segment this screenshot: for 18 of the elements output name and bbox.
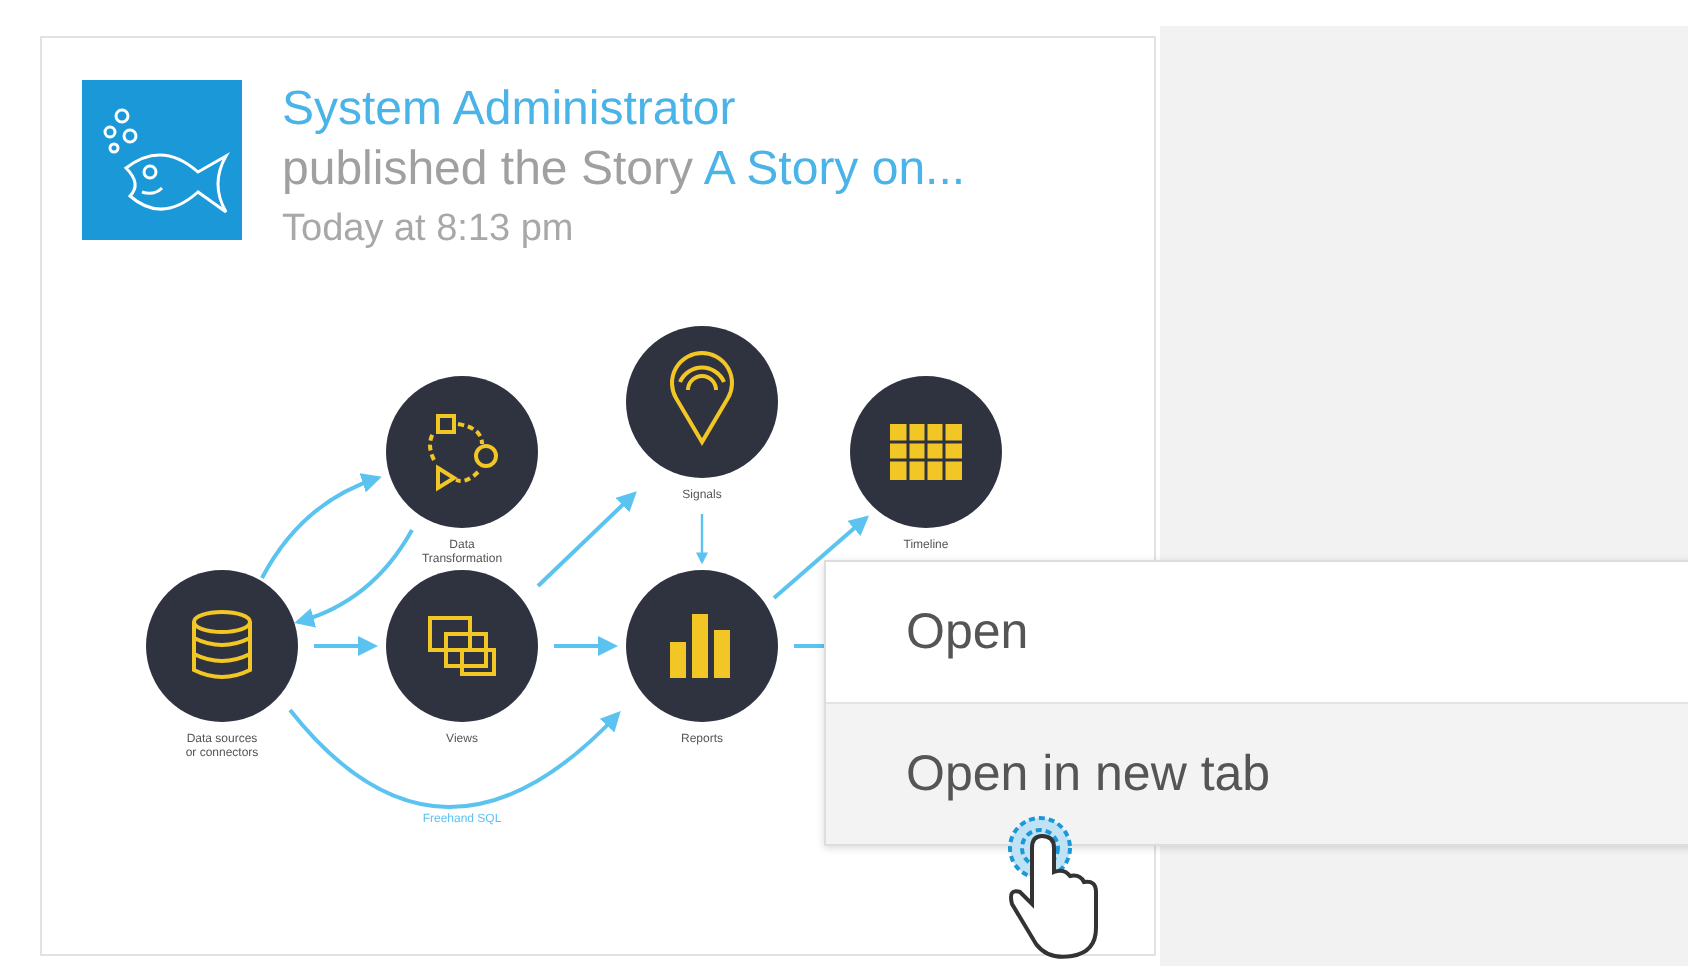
flow-arrow bbox=[696, 514, 708, 565]
flow-arrow bbox=[536, 491, 637, 588]
flow-arrow bbox=[554, 636, 618, 656]
flow-arrow bbox=[772, 515, 869, 600]
bar-chart-icon bbox=[670, 614, 730, 678]
menu-item[interactable]: Open bbox=[826, 562, 1688, 702]
map-pin-icon bbox=[670, 351, 734, 444]
post-time: Today at 8:13 pm bbox=[282, 206, 576, 254]
windows-icon bbox=[428, 616, 496, 676]
flow-arrow bbox=[260, 473, 382, 579]
grid-icon bbox=[888, 422, 964, 482]
flow-line bbox=[794, 644, 826, 648]
flow-arrow bbox=[294, 528, 414, 627]
post-action-text: published the Story A Story on... bbox=[282, 140, 966, 200]
cycle-icon bbox=[428, 414, 498, 492]
flow-arrow bbox=[314, 636, 378, 656]
database-icon bbox=[192, 610, 252, 679]
menu-item[interactable]: Open in new tab bbox=[826, 702, 1688, 844]
